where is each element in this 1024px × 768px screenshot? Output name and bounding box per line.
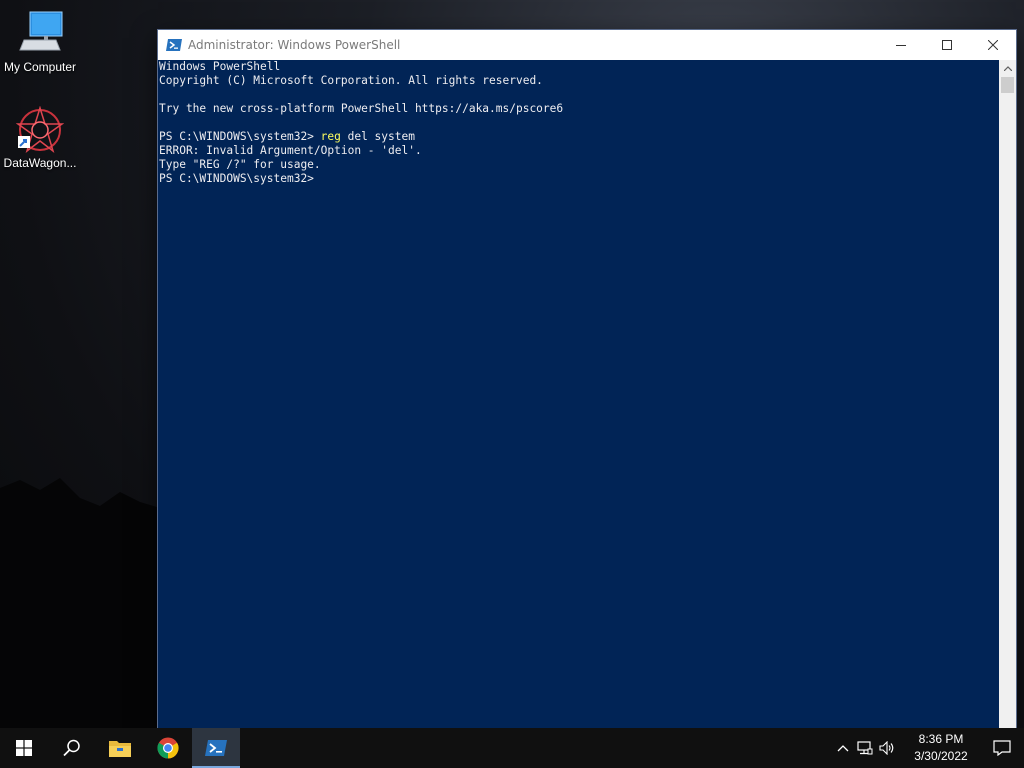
console-output[interactable]: Windows PowerShell Copyright (C) Microsof… — [158, 60, 999, 729]
console-prompt-line[interactable]: PS C:\WINDOWS\system32> — [159, 172, 999, 186]
console-text: Windows PowerShell Copyright (C) Microsof… — [158, 60, 999, 186]
search-button[interactable] — [48, 728, 96, 768]
console-arguments: del system — [340, 130, 415, 143]
network-icon — [857, 741, 873, 755]
console-line: Windows PowerShell — [159, 60, 281, 73]
powershell-window[interactable]: Administrator: Windows PowerShell Window… — [158, 30, 1016, 729]
title-bar[interactable]: Administrator: Windows PowerShell — [158, 30, 1016, 60]
action-center-button[interactable] — [980, 728, 1024, 768]
start-button[interactable] — [0, 728, 48, 768]
scroll-up-button[interactable] — [999, 60, 1016, 77]
desktop-icon-datawagon[interactable]: DataWagon... — [0, 105, 80, 170]
maximize-icon — [942, 40, 952, 50]
mountain-silhouette — [0, 478, 160, 728]
volume-icon — [879, 741, 894, 755]
network-button[interactable] — [854, 728, 876, 768]
console-command: reg — [320, 130, 341, 143]
desktop-icon-label: My Computer — [3, 60, 77, 74]
file-explorer-button[interactable] — [96, 728, 144, 768]
minimize-button[interactable] — [878, 30, 924, 60]
console-line: Type "REG /?" for usage. — [159, 158, 321, 171]
clock-time: 8:36 PM — [918, 732, 964, 746]
start-icon — [16, 740, 32, 756]
system-tray: 8:36 PM 3/30/2022 — [832, 728, 1024, 768]
console-line: Copyright (C) Microsoft Corporation. All… — [159, 74, 543, 87]
powershell-icon — [166, 39, 182, 51]
chrome-icon — [157, 737, 179, 759]
close-icon — [988, 40, 998, 50]
window-title: Administrator: Windows PowerShell — [188, 38, 401, 52]
volume-button[interactable] — [876, 728, 898, 768]
show-hidden-icons-button[interactable] — [832, 728, 854, 768]
vertical-scrollbar[interactable] — [999, 60, 1016, 729]
powershell-icon — [205, 740, 227, 756]
notification-icon — [993, 740, 1011, 756]
taskbar: 8:36 PM 3/30/2022 — [0, 728, 1024, 768]
desktop-icon-my-computer[interactable]: My Computer — [0, 10, 80, 74]
scroll-up-icon — [1003, 66, 1012, 71]
console-command-line: PS C:\WINDOWS\system32> reg del system — [159, 130, 999, 144]
clock-date: 3/30/2022 — [914, 749, 968, 763]
chevron-up-icon — [837, 745, 849, 752]
scroll-thumb[interactable] — [1001, 77, 1014, 93]
powershell-taskbar-button[interactable] — [192, 728, 240, 768]
console-error-line: ERROR: Invalid Argument/Option - 'del'. — [159, 144, 422, 157]
caption-buttons — [878, 30, 1016, 60]
computer-icon — [16, 10, 64, 58]
file-explorer-icon — [109, 741, 131, 757]
desktop-icon-label: DataWagon... — [3, 156, 77, 170]
close-button[interactable] — [970, 30, 1016, 60]
datawagon-icon — [15, 105, 65, 154]
console-prompt: PS C:\WINDOWS\system32> — [159, 172, 321, 185]
console-prompt: PS C:\WINDOWS\system32> — [159, 130, 321, 143]
search-icon — [63, 739, 80, 757]
clock[interactable]: 8:36 PM 3/30/2022 — [902, 731, 980, 765]
minimize-icon — [896, 45, 906, 46]
console-line: Try the new cross-platform PowerShell ht… — [159, 102, 564, 115]
maximize-button[interactable] — [924, 30, 970, 60]
chrome-button[interactable] — [144, 728, 192, 768]
